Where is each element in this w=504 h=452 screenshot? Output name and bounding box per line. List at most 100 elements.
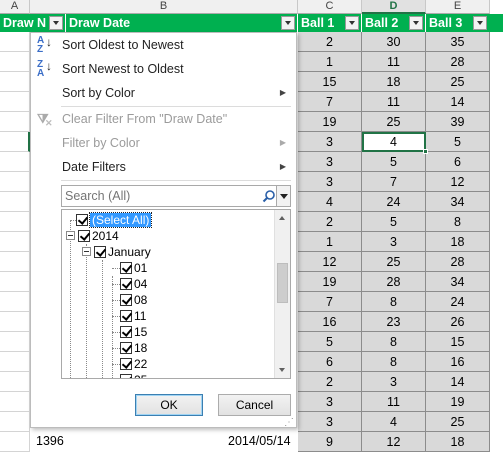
ball-cell[interactable]: 24 <box>362 192 426 212</box>
tree-item-day[interactable]: 25 <box>120 372 147 378</box>
ball-cell[interactable]: 25 <box>426 72 490 92</box>
filter-search-input[interactable] <box>62 186 258 206</box>
column-header-b[interactable]: B <box>30 0 298 14</box>
ball-cell[interactable]: 23 <box>362 312 426 332</box>
scroll-up-arrow-icon[interactable] <box>275 210 290 226</box>
tree-item-day[interactable]: 01 <box>112 260 147 276</box>
fill-handle[interactable] <box>423 149 428 154</box>
ball-cell[interactable]: 14 <box>426 372 490 392</box>
header-cell-draw-no[interactable]: Draw N <box>0 14 66 32</box>
ball-cell[interactable]: 12 <box>298 252 362 272</box>
ball-cell[interactable]: 8 <box>362 352 426 372</box>
cell-column-a[interactable] <box>0 172 30 192</box>
ball-cell[interactable]: 5 <box>298 332 362 352</box>
collapse-icon[interactable] <box>66 231 75 240</box>
ball-cell[interactable]: 18 <box>426 432 490 452</box>
ball-cell[interactable]: 1 <box>298 52 362 72</box>
filter-dropdown-button[interactable] <box>49 16 63 30</box>
cell-draw-date-last[interactable]: 2014/05/14 <box>228 434 291 448</box>
ball-cell[interactable]: 28 <box>426 52 490 72</box>
ball-cell[interactable]: 34 <box>426 272 490 292</box>
sort-oldest-to-newest[interactable]: A Z ↓ Sort Oldest to Newest <box>31 33 296 57</box>
cell-column-a[interactable] <box>0 432 30 452</box>
ball-cell[interactable]: 2 <box>298 32 362 52</box>
ball-cell[interactable]: 6 <box>426 152 490 172</box>
cell-column-a[interactable] <box>0 292 30 312</box>
ball-cell[interactable]: 11 <box>362 92 426 112</box>
cell-column-a[interactable] <box>0 352 30 372</box>
cell-column-a[interactable] <box>0 412 30 432</box>
ball-cell[interactable]: 28 <box>362 272 426 292</box>
cell-column-a[interactable] <box>0 272 30 292</box>
ball-cell[interactable]: 3 <box>298 152 362 172</box>
cell-column-a[interactable] <box>0 132 30 152</box>
column-header-c[interactable]: C <box>298 0 362 14</box>
ball-cell[interactable]: 34 <box>426 192 490 212</box>
tree-item-day[interactable]: 04 <box>112 276 147 292</box>
cell-column-a[interactable] <box>0 152 30 172</box>
checkbox-year[interactable] <box>78 230 90 242</box>
header-cell-ball-2[interactable]: Ball 2 <box>362 14 426 32</box>
cell-column-a[interactable] <box>0 192 30 212</box>
ball-cell[interactable]: 15 <box>298 72 362 92</box>
ball-cell[interactable]: 2 <box>298 212 362 232</box>
ball-cell[interactable]: 25 <box>362 112 426 132</box>
cell-column-a[interactable] <box>0 112 30 132</box>
search-mode-dropdown[interactable] <box>276 186 290 206</box>
ball-cell[interactable]: 3 <box>362 232 426 252</box>
cell-column-a[interactable] <box>0 52 30 72</box>
checkbox-day[interactable] <box>120 294 132 306</box>
ball-cell[interactable]: 4 <box>298 192 362 212</box>
filter-by-color[interactable]: Filter by Color ▶ <box>31 131 296 155</box>
scrollbar-thumb[interactable] <box>277 263 288 303</box>
header-cell-ball-1[interactable]: Ball 1 <box>298 14 362 32</box>
ball-cell[interactable]: 4 <box>362 412 426 432</box>
ball-cell[interactable]: 2 <box>298 372 362 392</box>
ball-cell[interactable]: 3 <box>298 172 362 192</box>
clear-filter[interactable]: ⧩ ✕ Clear Filter From "Draw Date" <box>31 107 296 131</box>
header-cell-ball-3[interactable]: Ball 3 <box>426 14 504 32</box>
cell-column-a[interactable] <box>0 92 30 112</box>
ball-cell[interactable]: 25 <box>362 252 426 272</box>
tree-item-select-all[interactable]: (Select All) <box>70 212 153 228</box>
ball-cell[interactable]: 18 <box>426 232 490 252</box>
ball-cell[interactable]: 16 <box>298 312 362 332</box>
checkbox-day[interactable] <box>120 310 132 322</box>
ball-cell[interactable]: 3 <box>362 372 426 392</box>
ball-cell[interactable]: 24 <box>426 292 490 312</box>
ball-cell[interactable]: 3 <box>298 392 362 412</box>
cell-draw-no-last[interactable]: 1396 <box>36 434 64 448</box>
filter-dropdown-button[interactable] <box>409 16 423 30</box>
ball-cell[interactable]: 26 <box>426 312 490 332</box>
ball-cell[interactable]: 1 <box>298 232 362 252</box>
search-icon[interactable] <box>262 189 276 203</box>
cell-column-a[interactable] <box>0 72 30 92</box>
filter-dropdown-button[interactable] <box>473 16 487 30</box>
checkbox-day[interactable] <box>120 278 132 290</box>
ball-cell[interactable]: 5 <box>362 212 426 232</box>
ball-cell[interactable]: 8 <box>426 212 490 232</box>
tree-item-day[interactable]: 15 <box>112 324 147 340</box>
ball-cell[interactable]: 5 <box>426 132 490 152</box>
tree-item-year[interactable]: 2014 <box>66 228 119 244</box>
ball-cell[interactable]: 25 <box>426 412 490 432</box>
ball-cell[interactable]: 7 <box>298 292 362 312</box>
ball-cell[interactable]: 19 <box>426 392 490 412</box>
checkbox-day[interactable] <box>120 262 132 274</box>
filter-values-tree[interactable]: (Select All) 2014 January 01 04 08 11 15 18 22… <box>61 209 291 379</box>
cell-column-a[interactable] <box>0 212 30 232</box>
checkbox-day[interactable] <box>120 326 132 338</box>
ball-cell[interactable]: 28 <box>426 252 490 272</box>
cell-column-a[interactable] <box>0 332 30 352</box>
checkbox-month[interactable] <box>94 246 106 258</box>
checkbox-day[interactable] <box>120 342 132 354</box>
ball-cell[interactable]: 12 <box>362 432 426 452</box>
tree-item-day[interactable]: 22 <box>112 356 147 372</box>
sort-by-color[interactable]: Sort by Color ▶ <box>31 81 296 105</box>
ball-cell[interactable]: 16 <box>426 352 490 372</box>
ball-cell[interactable]: 39 <box>426 112 490 132</box>
ball-cell[interactable]: 19 <box>298 272 362 292</box>
date-filters[interactable]: Date Filters ▶ <box>31 155 296 179</box>
column-header-a[interactable]: A <box>0 0 30 14</box>
cell-column-a[interactable] <box>0 392 30 412</box>
